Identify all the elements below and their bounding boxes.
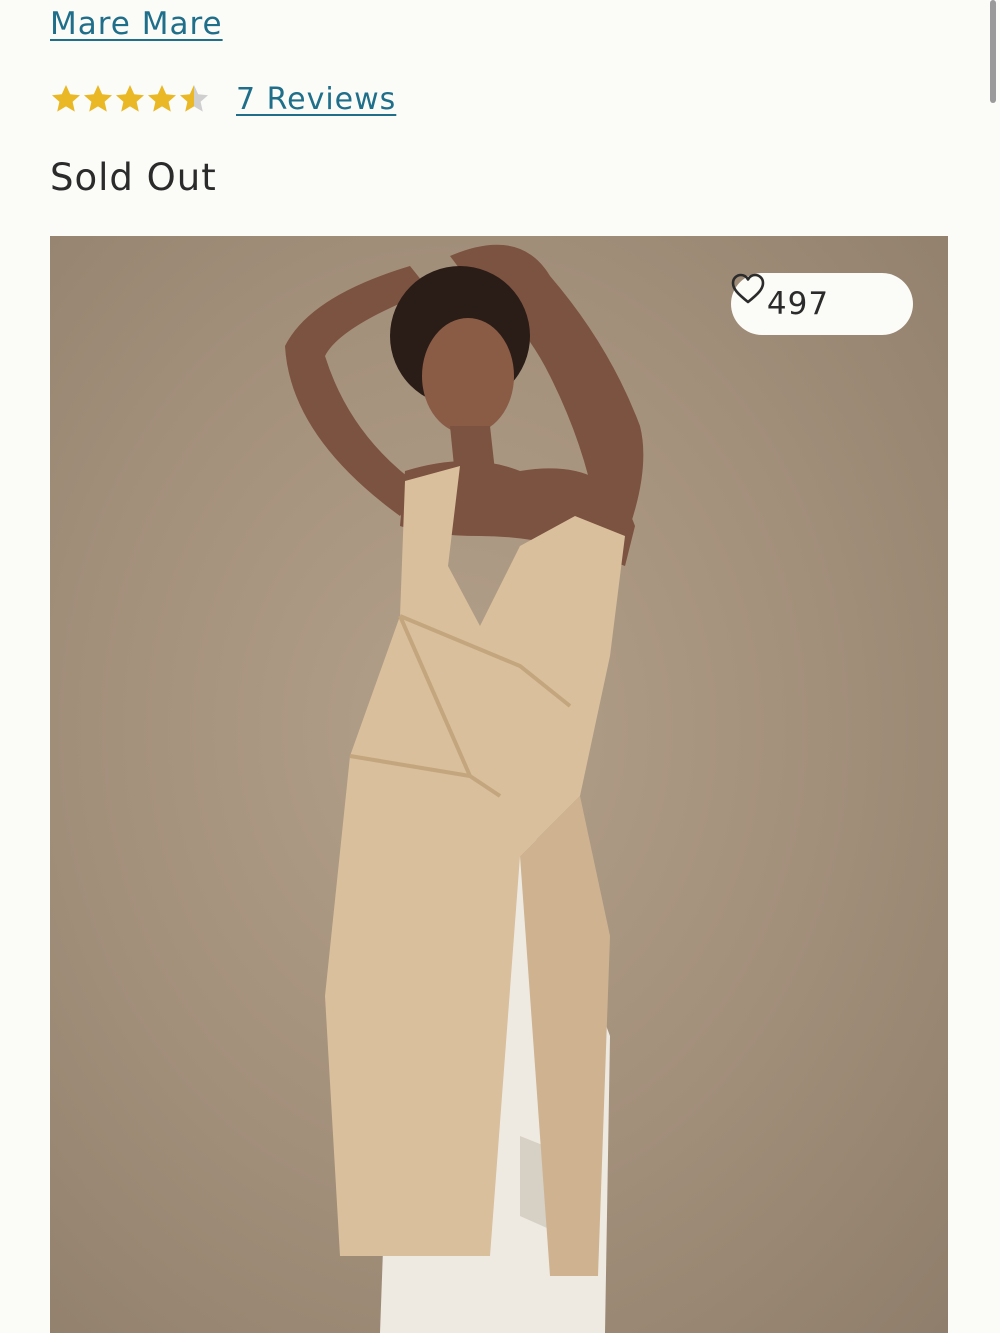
star-rating[interactable] [50,83,210,115]
product-image[interactable]: 497 [50,236,948,1333]
reviews-link[interactable]: 7 Reviews [236,82,396,117]
like-count: 497 [766,286,830,322]
star-icon [116,85,144,112]
rating-row: 7 Reviews [50,80,396,118]
star-icon [180,85,208,112]
heart-outline-icon [731,273,877,320]
model-photo [285,244,644,1333]
star-icon [148,85,176,112]
stock-status: Sold Out [50,156,217,199]
like-button[interactable]: 497 [731,273,913,335]
star-icon [84,85,112,112]
star-icon [52,85,80,112]
scrollbar[interactable] [990,0,996,103]
brand-link[interactable]: Mare Mare [50,6,223,42]
